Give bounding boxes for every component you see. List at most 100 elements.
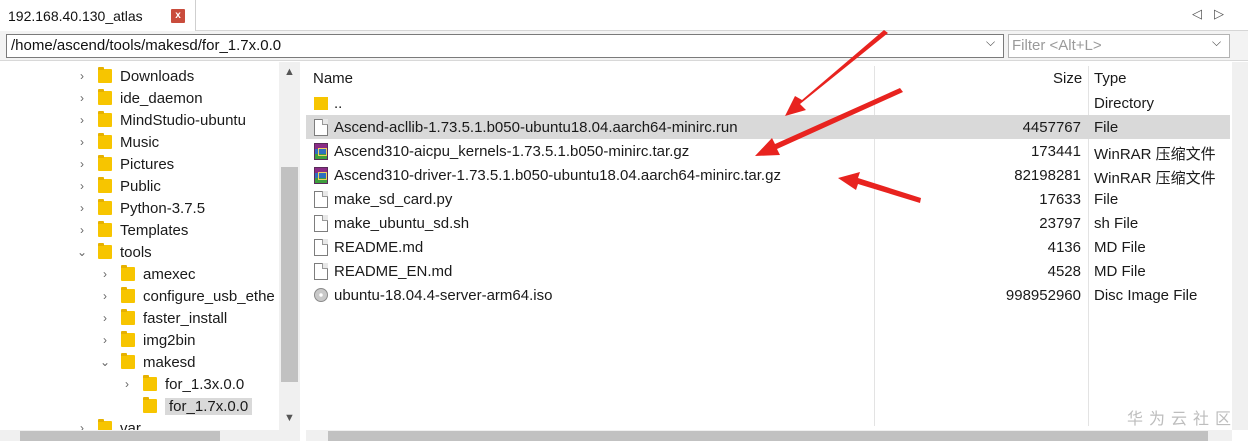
chevron-right-icon[interactable]: › <box>76 113 88 127</box>
file-icon <box>314 239 328 256</box>
tree-item-templates[interactable]: › Templates <box>76 219 188 241</box>
file-type: MD File <box>1094 239 1146 256</box>
tree-item-for-1-7x[interactable]: for_1.7x.0.0 <box>121 395 253 417</box>
chevron-right-icon[interactable]: › <box>76 179 88 193</box>
tab-prev-icon[interactable]: ◁ <box>1192 6 1202 22</box>
tree-item-label: faster_install <box>143 309 228 327</box>
column-header-size[interactable]: Size <box>1053 70 1082 87</box>
tree-item-label: Python-3.7.5 <box>120 199 206 217</box>
file-row-readme[interactable]: README.md 4136 MD File <box>306 235 1230 259</box>
chevron-right-icon[interactable]: › <box>99 333 111 347</box>
file-list-header: Name Size Type <box>306 66 1232 90</box>
list-hscroll-thumb[interactable] <box>328 431 1208 441</box>
chevron-down-icon[interactable]: ⌄ <box>99 355 111 369</box>
tree-horizontal-scrollbar[interactable] <box>0 430 300 441</box>
folder-icon <box>98 111 112 127</box>
chevron-down-icon[interactable]: ⌄ <box>76 245 88 259</box>
file-size: 4457767 <box>1022 119 1081 136</box>
tree-item-faster-install[interactable]: › faster_install <box>99 307 227 329</box>
column-header-name[interactable]: Name <box>313 70 353 87</box>
folder-icon <box>121 287 135 303</box>
file-type: File <box>1094 191 1119 208</box>
chevron-right-icon[interactable]: › <box>76 91 88 105</box>
tree-item-label: MindStudio-ubuntu <box>120 111 246 129</box>
chevron-right-icon[interactable]: › <box>121 377 133 391</box>
tree-item-public[interactable]: › Public <box>76 175 161 197</box>
path-dropdown-icon[interactable]: ⌵ <box>986 35 995 50</box>
tree-item-label: img2bin <box>143 331 196 349</box>
tree-vertical-scrollbar[interactable]: ▲ ▼ <box>279 62 300 430</box>
folder-icon <box>314 97 328 110</box>
filter-input[interactable]: Filter <Alt+L> <box>1008 34 1230 58</box>
file-row-acllib[interactable]: Ascend-acllib-1.73.5.1.b050-ubuntu18.04.… <box>306 115 1230 139</box>
path-input[interactable]: /home/ascend/tools/makesd/for_1.7x.0.0 <box>6 34 1004 58</box>
chevron-right-icon[interactable]: › <box>99 267 111 281</box>
file-row-readme-en[interactable]: README_EN.md 4528 MD File <box>306 259 1230 283</box>
session-tab-label: 192.168.40.130_atlas <box>8 7 143 24</box>
file-name: Ascend-acllib-1.73.5.1.b050-ubuntu18.04.… <box>334 119 738 136</box>
tree-item-for-1-3x[interactable]: › for_1.3x.0.0 <box>121 373 244 395</box>
tree-item-label: Templates <box>120 221 189 239</box>
file-name: Ascend310-driver-1.73.5.1.b050-ubuntu18.… <box>334 167 781 184</box>
folder-icon <box>98 89 112 105</box>
tree-item-music[interactable]: › Music <box>76 131 159 153</box>
path-bar: /home/ascend/tools/makesd/for_1.7x.0.0 ⌵… <box>0 31 1248 61</box>
tree-item-pictures[interactable]: › Pictures <box>76 153 174 175</box>
tree-item-tools[interactable]: ⌄ tools <box>76 241 152 263</box>
tree-item-ide-daemon[interactable]: › ide_daemon <box>76 87 203 109</box>
file-name: make_ubuntu_sd.sh <box>334 215 470 232</box>
tree-scroll-thumb[interactable] <box>281 167 298 382</box>
file-row-ubuntu-iso[interactable]: ubuntu-18.04.4-server-arm64.iso 99895296… <box>306 283 1230 307</box>
tree-item-downloads[interactable]: › Downloads <box>76 65 194 87</box>
column-header-type[interactable]: Type <box>1094 70 1127 87</box>
folder-icon <box>143 397 157 413</box>
file-row-make-sd-card[interactable]: make_sd_card.py 17633 File <box>306 187 1230 211</box>
tree-item-label: Public <box>120 177 161 195</box>
tree-hscroll-thumb[interactable] <box>20 431 220 441</box>
file-size: 998952960 <box>1005 287 1081 304</box>
chevron-right-icon[interactable]: › <box>99 289 111 303</box>
file-name: Ascend310-aicpu_kernels-1.73.5.1.b050-mi… <box>334 143 690 160</box>
tree-item-configure-usb[interactable]: › configure_usb_ethe <box>99 285 275 307</box>
chevron-right-icon[interactable]: › <box>76 157 88 171</box>
file-row-driver[interactable]: Ascend310-driver-1.73.5.1.b050-ubuntu18.… <box>306 163 1230 187</box>
folder-icon <box>98 199 112 215</box>
tree-item-makesd[interactable]: ⌄ makesd <box>99 351 196 373</box>
file-row-make-ubuntu-sd[interactable]: make_ubuntu_sd.sh 23797 sh File <box>306 211 1230 235</box>
folder-icon <box>121 309 135 325</box>
folder-icon <box>98 243 112 259</box>
chevron-right-icon[interactable]: › <box>76 201 88 215</box>
chevron-right-icon[interactable]: › <box>99 311 111 325</box>
close-tab-icon[interactable]: x <box>171 9 185 23</box>
tree-item-mindstudio[interactable]: › MindStudio-ubuntu <box>76 109 246 131</box>
chevron-right-icon[interactable]: › <box>76 223 88 237</box>
scroll-up-icon[interactable]: ▲ <box>284 66 295 78</box>
file-size: 82198281 <box>1014 167 1081 184</box>
chevron-right-icon[interactable]: › <box>76 69 88 83</box>
file-type: File <box>1094 119 1119 136</box>
file-size: 4136 <box>1047 239 1081 256</box>
tree-item-label: Pictures <box>120 155 175 173</box>
folder-icon <box>98 177 112 193</box>
filter-dropdown-icon[interactable]: ⌵ <box>1212 35 1221 50</box>
file-type: WinRAR 压缩文件 <box>1094 170 1216 187</box>
tree-item-img2bin[interactable]: › img2bin <box>99 329 196 351</box>
tree-item-python[interactable]: › Python-3.7.5 <box>76 197 205 219</box>
tab-bar: 192.168.40.130_atlas x ◁ ▷ <box>0 0 1248 31</box>
file-row-aicpu-kernels[interactable]: Ascend310-aicpu_kernels-1.73.5.1.b050-mi… <box>306 139 1230 163</box>
chevron-right-icon[interactable]: › <box>76 135 88 149</box>
disc-image-icon <box>314 288 328 302</box>
tree-item-label: ide_daemon <box>120 89 203 107</box>
list-vertical-scrollbar[interactable] <box>1232 62 1248 430</box>
tree-item-amexec[interactable]: › amexec <box>99 263 196 285</box>
session-tab[interactable]: 192.168.40.130_atlas x <box>0 0 196 31</box>
file-type: Directory <box>1094 95 1155 112</box>
folder-icon <box>121 353 135 369</box>
list-horizontal-scrollbar[interactable] <box>306 430 1232 441</box>
scroll-down-icon[interactable]: ▼ <box>284 412 295 424</box>
file-name: make_sd_card.py <box>334 191 453 208</box>
tab-next-icon[interactable]: ▷ <box>1214 6 1224 22</box>
file-type: MD File <box>1094 263 1146 280</box>
file-list: Name Size Type .. Directory Ascend-aclli… <box>306 62 1232 430</box>
file-row-parent[interactable]: .. Directory <box>306 91 1230 115</box>
